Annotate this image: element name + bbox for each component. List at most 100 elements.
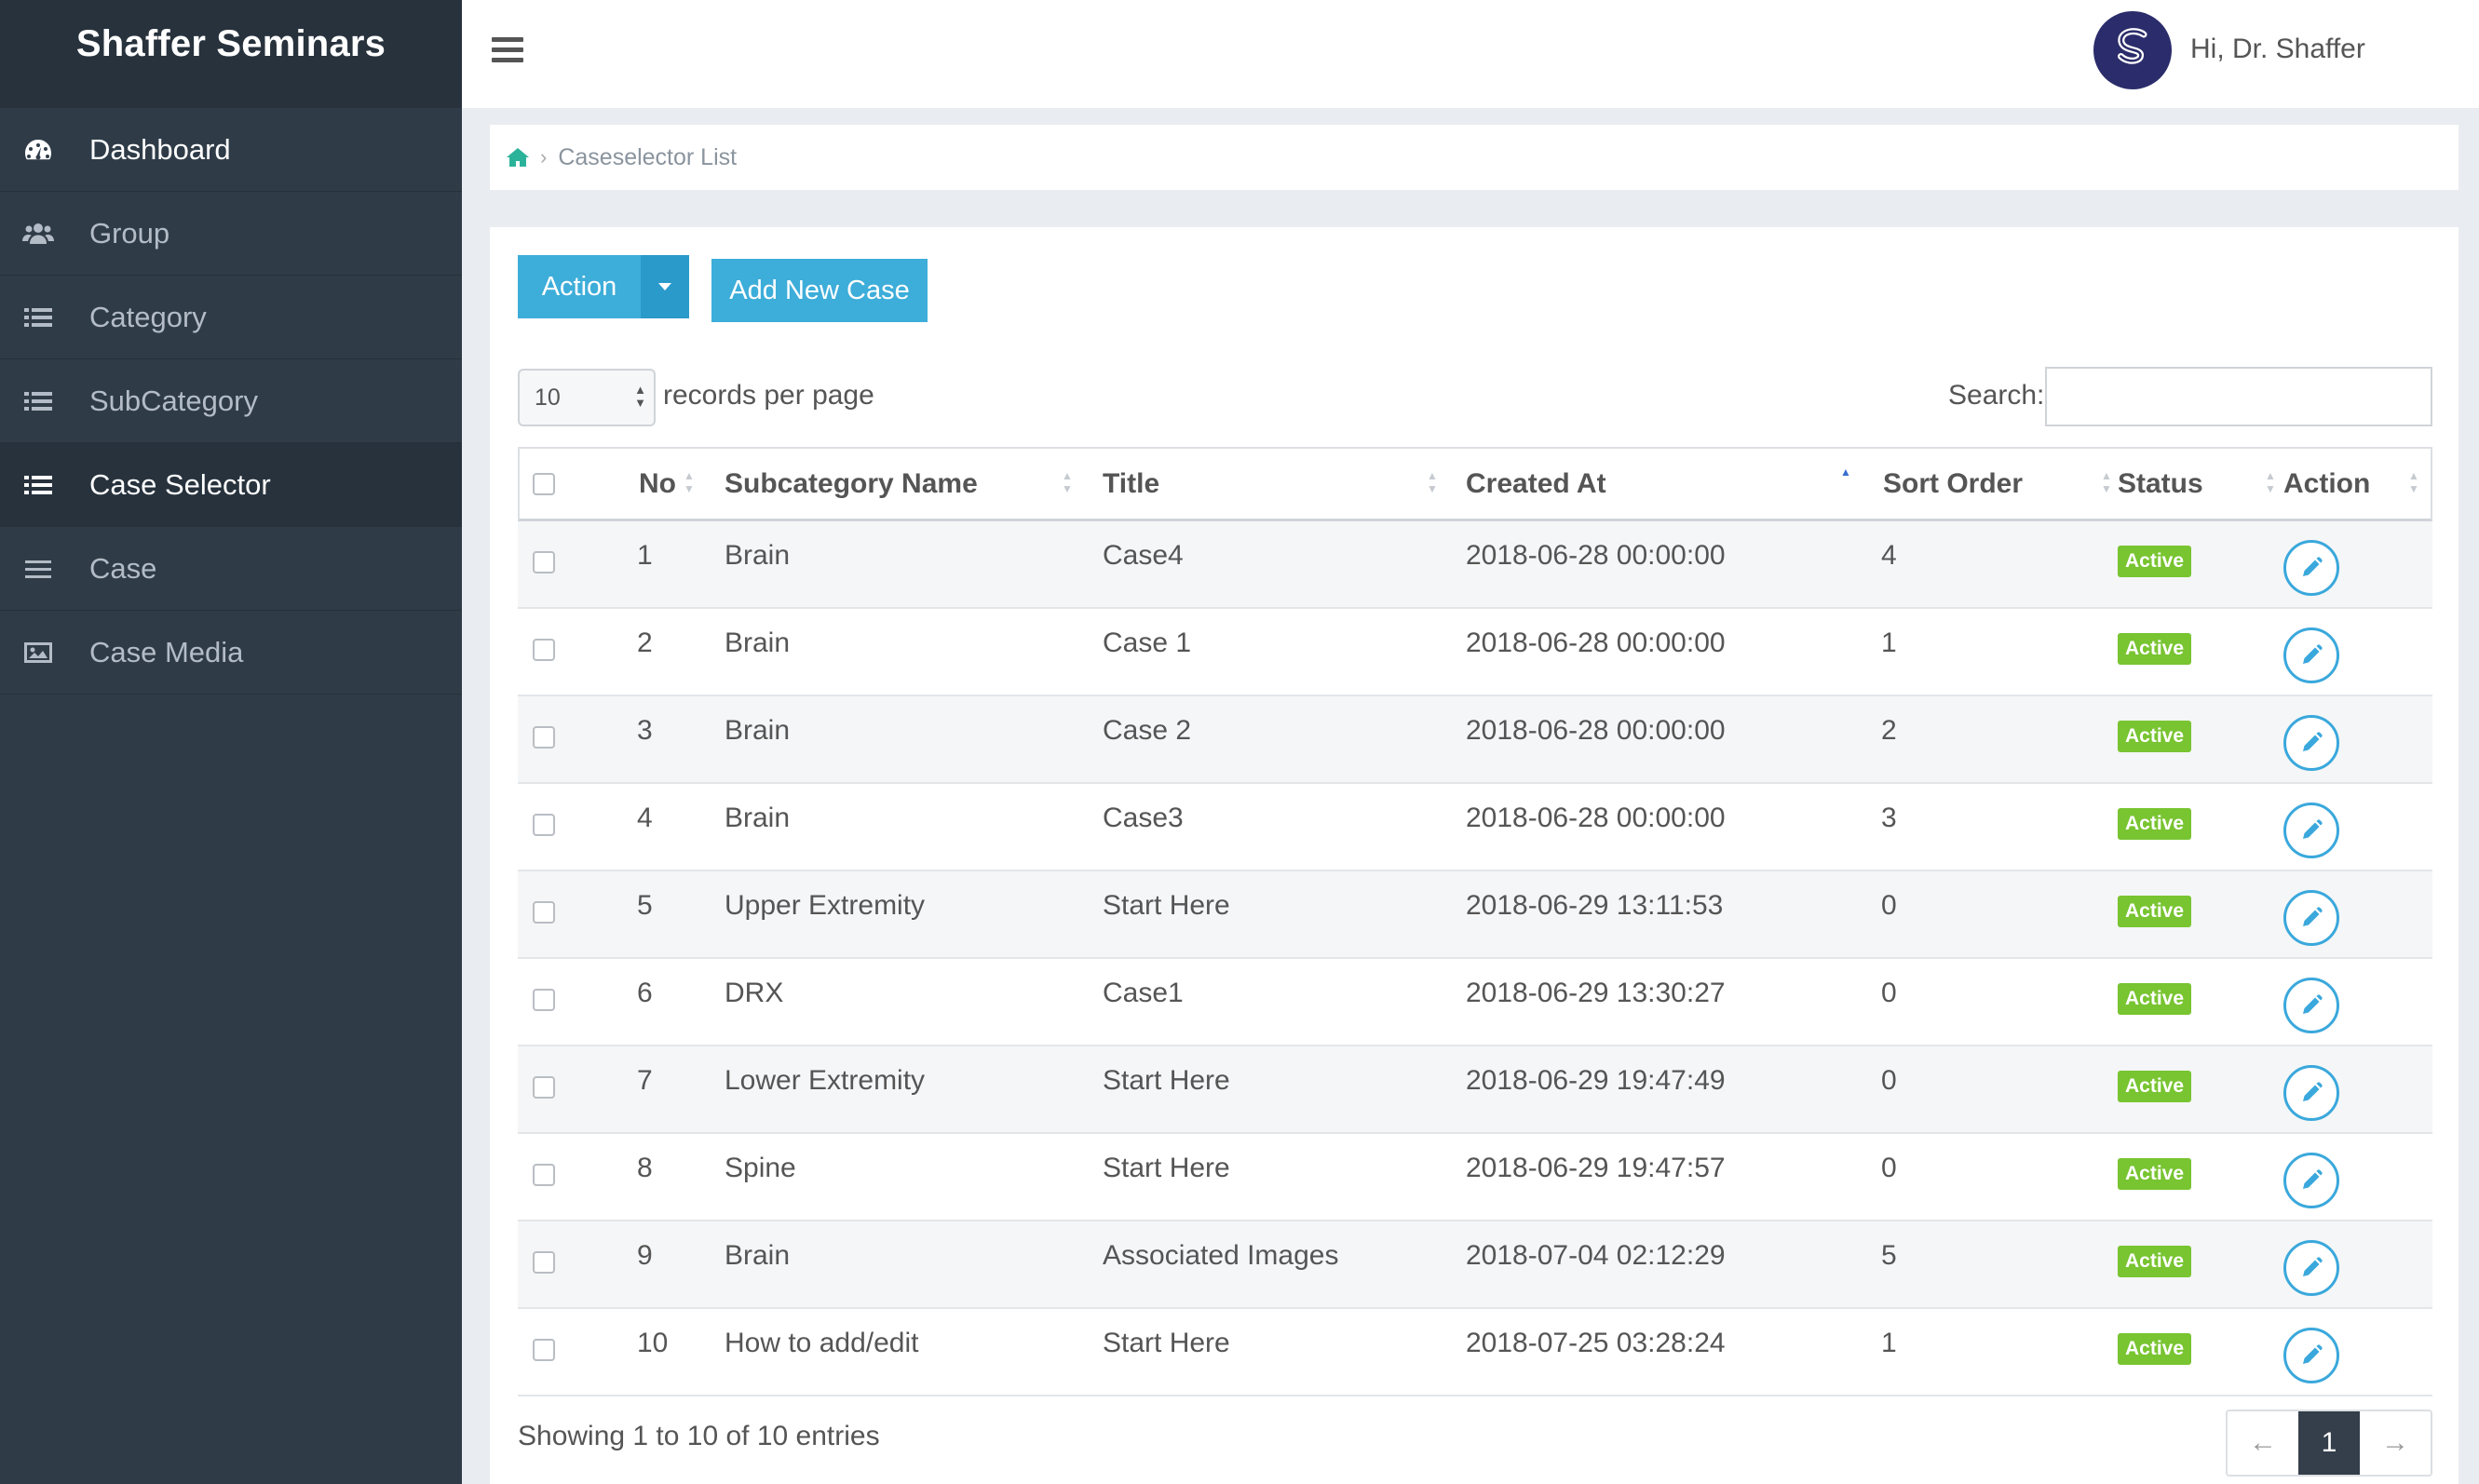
- edit-button[interactable]: [2283, 890, 2339, 946]
- list-icon: [22, 387, 54, 415]
- cell-subcategory: Spine: [725, 1153, 796, 1183]
- table-row: 5 Upper Extremity Start Here 2018-06-29 13:…: [518, 871, 2432, 959]
- next-page-button[interactable]: →: [2360, 1411, 2431, 1475]
- sort-icon[interactable]: ▲ ▼: [1062, 469, 1073, 495]
- cell-sort-order: 0: [1881, 1065, 1897, 1096]
- sidebar-item-category[interactable]: Category: [0, 276, 462, 359]
- edit-button[interactable]: [2283, 1328, 2339, 1383]
- table-row: 2 Brain Case 1 2018-06-28 00:00:00 1 Active: [518, 609, 2432, 696]
- row-checkbox[interactable]: [533, 639, 555, 661]
- status-badge: Active: [2118, 721, 2192, 752]
- breadcrumb: › Caseselector List: [490, 125, 2459, 190]
- sort-icon[interactable]: ▲ ▼: [2408, 469, 2419, 495]
- column-header-created-at[interactable]: Created At: [1466, 449, 1606, 519]
- cell-sort-order: 5: [1881, 1240, 1897, 1271]
- cell-subcategory: DRX: [725, 978, 784, 1008]
- pencil-icon: [2299, 906, 2323, 930]
- column-header-action[interactable]: Action: [2283, 449, 2370, 519]
- sidebar-item-case-media[interactable]: Case Media: [0, 611, 462, 695]
- sidebar-item-label: Case Selector: [89, 467, 271, 501]
- search-input[interactable]: [2045, 367, 2432, 426]
- cell-title: Start Here: [1103, 1328, 1230, 1358]
- cell-title: Case4: [1103, 540, 1184, 571]
- select-all-checkbox[interactable]: [533, 473, 555, 495]
- edit-button[interactable]: [2283, 803, 2339, 858]
- page-1-button[interactable]: 1: [2298, 1411, 2360, 1475]
- row-checkbox[interactable]: [533, 989, 555, 1011]
- column-header-status[interactable]: Status: [2118, 449, 2203, 519]
- cell-created-at: 2018-06-28 00:00:00: [1466, 627, 1726, 658]
- logo-s-icon: [2102, 20, 2163, 81]
- caret-down-icon[interactable]: [641, 255, 689, 318]
- dashboard-icon: [22, 136, 54, 164]
- sidebar-item-group[interactable]: Group: [0, 192, 462, 276]
- cell-sort-order: 1: [1881, 627, 1897, 658]
- row-checkbox[interactable]: [533, 726, 555, 749]
- pencil-icon: [2299, 1256, 2323, 1280]
- sidebar-item-label: Case: [89, 551, 157, 585]
- edit-button[interactable]: [2283, 1240, 2339, 1296]
- edit-button[interactable]: [2283, 1065, 2339, 1121]
- row-checkbox[interactable]: [533, 1251, 555, 1274]
- sort-asc-icon[interactable]: ▲: [1840, 465, 1851, 479]
- action-dropdown-button[interactable]: Action: [518, 255, 689, 318]
- row-checkbox[interactable]: [533, 1076, 555, 1099]
- prev-page-button[interactable]: ←: [2228, 1411, 2298, 1475]
- pencil-icon: [2299, 556, 2323, 580]
- sort-icon[interactable]: ▲ ▼: [684, 469, 695, 495]
- table-row: 3 Brain Case 2 2018-06-28 00:00:00 2 Active: [518, 696, 2432, 784]
- sidebar: Shaffer Seminars Dashboard Group Categor…: [0, 0, 462, 1484]
- edit-button[interactable]: [2283, 627, 2339, 683]
- cell-sort-order: 0: [1881, 978, 1897, 1008]
- records-per-page-select[interactable]: 10 ▲ ▼: [518, 369, 656, 426]
- menu-toggle-icon[interactable]: [492, 37, 523, 63]
- sidebar-item-dashboard[interactable]: Dashboard: [0, 108, 462, 192]
- cell-sort-order: 0: [1881, 1153, 1897, 1183]
- home-icon[interactable]: [507, 147, 529, 168]
- sidebar-item-case[interactable]: Case: [0, 527, 462, 611]
- cell-title: Case 1: [1103, 627, 1192, 658]
- cell-subcategory: Brain: [725, 715, 791, 746]
- user-greeting[interactable]: Hi, Dr. Shaffer: [2190, 34, 2365, 65]
- table-body: 1 Brain Case4 2018-06-28 00:00:00 4 Active 2 Br…: [518, 521, 2432, 1396]
- sort-icon[interactable]: ▲ ▼: [1427, 469, 1438, 495]
- status-badge: Active: [2118, 1158, 2192, 1190]
- avatar[interactable]: [2093, 11, 2172, 89]
- row-checkbox[interactable]: [533, 901, 555, 924]
- row-checkbox[interactable]: [533, 814, 555, 836]
- add-new-case-button[interactable]: Add New Case: [711, 259, 928, 322]
- row-checkbox[interactable]: [533, 551, 555, 573]
- edit-button[interactable]: [2283, 1153, 2339, 1208]
- sort-icon[interactable]: ▲ ▼: [2101, 469, 2112, 495]
- column-header-title[interactable]: Title: [1103, 449, 1159, 519]
- records-per-page-label: records per page: [663, 380, 874, 411]
- status-badge: Active: [2118, 1071, 2192, 1102]
- breadcrumb-current: Caseselector List: [558, 143, 738, 170]
- cell-created-at: 2018-06-29 19:47:49: [1466, 1065, 1726, 1096]
- sort-icon[interactable]: ▲ ▼: [2265, 469, 2276, 495]
- column-header-no[interactable]: No: [639, 449, 676, 519]
- row-checkbox[interactable]: [533, 1339, 555, 1361]
- edit-button[interactable]: [2283, 978, 2339, 1033]
- row-checkbox[interactable]: [533, 1164, 555, 1186]
- brand-title[interactable]: Shaffer Seminars: [0, 0, 462, 108]
- cell-title: Case3: [1103, 803, 1184, 833]
- cell-no: 4: [637, 803, 653, 833]
- edit-button[interactable]: [2283, 540, 2339, 596]
- column-header-sort-order[interactable]: Sort Order: [1883, 449, 2023, 519]
- select-arrows-icon: ▲ ▼: [634, 383, 646, 410]
- column-header-subcategory[interactable]: Subcategory Name: [725, 449, 978, 519]
- cell-sort-order: 2: [1881, 715, 1897, 746]
- status-badge: Active: [2118, 983, 2192, 1015]
- cell-subcategory: Brain: [725, 803, 791, 833]
- cell-title: Case1: [1103, 978, 1184, 1008]
- edit-button[interactable]: [2283, 715, 2339, 771]
- cell-subcategory: How to add/edit: [725, 1328, 919, 1358]
- sidebar-item-case-selector[interactable]: Case Selector: [0, 443, 462, 527]
- users-icon: [22, 220, 54, 248]
- cell-sort-order: 4: [1881, 540, 1897, 571]
- action-button-label: Action: [541, 272, 617, 302]
- sidebar-item-subcategory[interactable]: SubCategory: [0, 359, 462, 443]
- table-row: 9 Brain Associated Images 2018-07-04 02:12:…: [518, 1221, 2432, 1309]
- cell-sort-order: 0: [1881, 890, 1897, 921]
